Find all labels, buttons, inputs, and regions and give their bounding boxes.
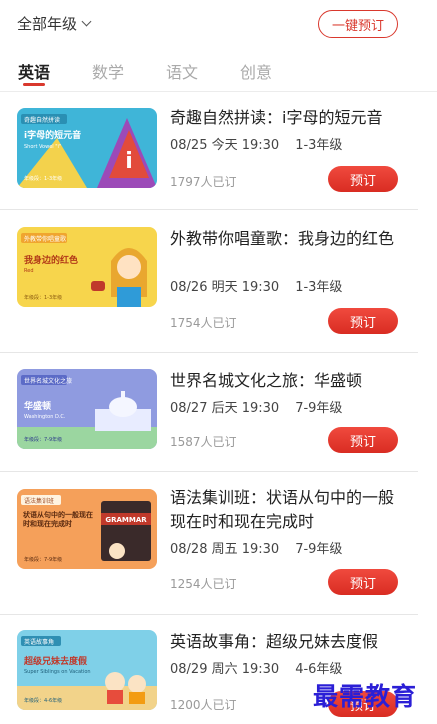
reserve-button[interactable]: 预订 <box>328 166 398 192</box>
course-grades: 1-3年级 <box>295 280 343 295</box>
course-grades: 4-6年级 <box>295 662 343 677</box>
chevron-down-icon <box>81 16 92 27</box>
course-thumbnail: 世界名城文化之旅 华盛顿 Washington D.C. 年级段：7-9年级 <box>17 369 157 449</box>
reserve-button[interactable]: 预订 <box>328 427 398 453</box>
course-grades: 7-9年级 <box>295 542 343 557</box>
grade-filter-dropdown[interactable]: 全部年级 <box>17 13 92 34</box>
course-title: 奇趣自然拼读：i字母的短元音 <box>170 108 383 127</box>
course-grades: 7-9年级 <box>295 401 343 416</box>
course-meta: 08/25 今天 19:30 1-3年级 <box>170 134 358 153</box>
subscriber-count: 1200人已订 <box>170 698 237 712</box>
course-date: 08/28 周五 19:30 <box>170 542 280 557</box>
thumb-grade: 年级段：1-3年级 <box>24 175 62 182</box>
course-title: 英语故事角：超级兄妹去度假 <box>170 632 379 651</box>
thumb-series-label: 外教带你唱童歌 <box>24 235 66 243</box>
svg-text:i: i <box>125 149 133 174</box>
thumb-series-label: 世界名城文化之旅 <box>24 377 72 385</box>
thumb-headline: 超级兄妹去度假 <box>23 655 88 667</box>
tab-math[interactable]: 数学 <box>92 59 124 83</box>
active-tab-indicator <box>23 83 45 86</box>
watermark-logo: 最需教育 <box>313 682 418 711</box>
subject-tabs: 英语 数学 语文 创意 <box>0 52 437 92</box>
tab-chinese[interactable]: 语文 <box>166 59 198 83</box>
course-title: 世界名城文化之旅：华盛顿 <box>170 371 363 390</box>
course-thumbnail: 英语故事角 超级兄妹去度假 Super Siblings on Vacation… <box>17 630 157 710</box>
reserve-button[interactable]: 预订 <box>328 308 398 334</box>
thumb-grade: 年级段：7-9年级 <box>24 436 62 443</box>
thumb-headline: i字母的短元音 <box>24 129 81 141</box>
subscriber-count: 1754人已订 <box>170 316 237 330</box>
thumb-series-label: 语法集训班 <box>24 497 54 505</box>
thumb-subline: Red <box>24 268 34 274</box>
reserve-button[interactable]: 预订 <box>328 569 398 595</box>
course-date: 08/26 明天 19:30 <box>170 280 280 295</box>
course-card[interactable]: 世界名城文化之旅 华盛顿 Washington D.C. 年级段：7-9年级 世… <box>0 353 437 472</box>
course-card[interactable]: GRAMMAR 语法集训班 状语从句中的一般现在时和现在完成时 年级段：7-9年… <box>0 472 437 615</box>
thumb-grade: 年级段：4-6年级 <box>24 697 62 704</box>
course-meta: 08/27 后天 19:30 7-9年级 <box>170 397 358 416</box>
thumb-book-title: GRAMMAR <box>105 516 147 524</box>
grade-filter-label: 全部年级 <box>17 15 78 33</box>
course-meta: 08/28 周五 19:30 7-9年级 <box>170 538 358 557</box>
thumb-subline: Short Vowel "i" <box>24 144 61 150</box>
thumb-subline: Super Siblings on Vacation <box>24 669 91 675</box>
course-card[interactable]: 外教带你唱童歌 我身边的红色 Red 年级段：1-3年级 外教带你唱童歌：我身边… <box>0 210 437 353</box>
course-date: 08/27 后天 19:30 <box>170 401 280 416</box>
song-cover-image: 外教带你唱童歌 我身边的红色 Red 年级段：1-3年级 <box>17 227 157 307</box>
course-date: 08/29 周六 19:30 <box>170 662 280 677</box>
grammar-cover-image: GRAMMAR 语法集训班 状语从句中的一般现在时和现在完成时 年级段：7-9年… <box>17 489 157 569</box>
course-grades: 1-3年级 <box>295 138 343 153</box>
thumb-headline: 华盛顿 <box>24 400 51 412</box>
course-card[interactable]: i 奇趣自然拼读 i字母的短元音 Short Vowel "i" 年级段：1-3… <box>0 92 437 210</box>
course-title: 语法集训班：状语从句中的一般现在时和现在完成时 <box>170 488 395 531</box>
tab-creative[interactable]: 创意 <box>240 59 272 83</box>
course-title: 外教带你唱童歌：我身边的红色 <box>170 229 395 248</box>
subscriber-count: 1254人已订 <box>170 577 237 591</box>
course-thumbnail: i 奇趣自然拼读 i字母的短元音 Short Vowel "i" 年级段：1-3… <box>17 108 157 188</box>
thumb-series-label: 英语故事角 <box>24 638 54 646</box>
thumb-subline: Washington D.C. <box>24 414 66 420</box>
thumb-headline: 我身边的红色 <box>24 254 78 266</box>
city-cover-image: 世界名城文化之旅 华盛顿 Washington D.C. 年级段：7-9年级 <box>17 369 157 449</box>
story-cover-image: 英语故事角 超级兄妹去度假 Super Siblings on Vacation… <box>17 630 157 710</box>
tab-english[interactable]: 英语 <box>18 59 50 83</box>
course-date: 08/25 今天 19:30 <box>170 138 280 153</box>
course-meta: 08/26 明天 19:30 1-3年级 <box>170 276 358 295</box>
one-click-reserve-button[interactable]: 一键预订 <box>318 10 398 38</box>
course-thumbnail: 外教带你唱童歌 我身边的红色 Red 年级段：1-3年级 <box>17 227 157 307</box>
thumb-series-label: 奇趣自然拼读 <box>24 116 60 124</box>
course-meta: 08/29 周六 19:30 4-6年级 <box>170 658 358 677</box>
phonics-cover-image: i 奇趣自然拼读 i字母的短元音 Short Vowel "i" 年级段：1-3… <box>17 108 157 188</box>
thumb-grade: 年级段：7-9年级 <box>24 556 62 563</box>
subscriber-count: 1587人已订 <box>170 435 237 449</box>
top-bar: 全部年级 一键预订 <box>0 0 437 44</box>
thumb-headline: 状语从句中的一般现在时和现在完成时 <box>23 511 93 528</box>
thumb-grade: 年级段：1-3年级 <box>24 294 62 301</box>
subscriber-count: 1797人已订 <box>170 175 237 189</box>
course-thumbnail: GRAMMAR 语法集训班 状语从句中的一般现在时和现在完成时 年级段：7-9年… <box>17 489 157 569</box>
